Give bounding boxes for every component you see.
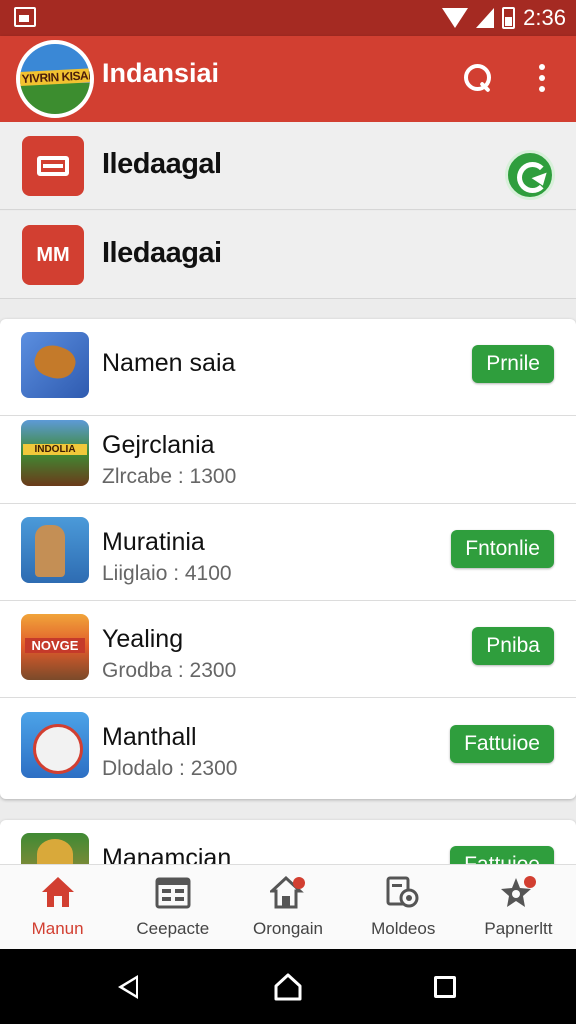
card-icon [22,136,84,196]
top-row-2[interactable]: MM Iledaagai [0,211,576,299]
game-action-button[interactable]: Fattuioe [450,725,554,763]
nav-label: Ceepacte [136,919,210,938]
home-icon [41,877,74,907]
list-item[interactable]: Gejrclania Zlrcabe : 1300 [0,407,576,504]
game-meta: Grodba : 2300 [102,659,237,682]
refresh-icon[interactable] [505,150,555,200]
list-item[interactable]: Yealing Grodba : 2300 Pniba [0,601,576,698]
wifi-icon [442,8,469,28]
recent-apps-icon[interactable] [434,976,456,998]
top-row-label: Iledaagai [102,237,222,269]
list-item[interactable]: Namen saia Prnile [0,319,576,416]
game-meta: Dlodalo : 2300 [102,757,238,780]
nav-item-manun[interactable]: Manun [0,865,115,949]
app-logo[interactable]: YIVRIN KISAN [16,40,94,118]
game-action-button[interactable]: Pniba [472,627,554,665]
list-item[interactable]: Muratinia Liiglaio : 4100 Fntonlie [0,504,576,601]
signal-icon [476,8,495,28]
game-icon [21,420,89,486]
game-name: Namen saia [102,349,236,377]
nav-label: Papnerltt [484,919,553,938]
mm-icon: MM [22,225,84,285]
battery-icon [502,7,516,29]
screenshot-notification-icon [14,7,36,27]
nav-item-moldeos[interactable]: Moldeos [346,865,461,949]
back-icon[interactable] [118,975,138,999]
game-action-button[interactable]: Prnile [472,345,554,383]
home-nav-icon[interactable] [274,973,302,1001]
game-name: Yealing [102,625,184,653]
nav-label: Manun [31,919,84,938]
game-icon [21,712,89,778]
search-icon[interactable] [462,62,492,94]
status-bar: 2:36 [0,0,576,36]
game-name: Manthall [102,723,197,751]
nav-item-ceepacte[interactable]: Ceepacte [115,865,230,949]
app-bar: YIVRIN KISAN Indansiai [0,36,576,122]
game-action-button[interactable]: Fntonlie [451,530,554,568]
star-badge-icon [501,876,537,907]
logo-ground [20,82,90,114]
top-row-label: Iledaagal [102,148,222,180]
system-navigation-bar [0,949,576,1024]
more-options-icon[interactable] [534,62,550,94]
app-title: Indansiai [102,58,220,88]
nav-item-papnerltt[interactable]: Papnerltt [461,865,576,949]
game-name: Gejrclania [102,431,215,459]
nav-item-orongain[interactable]: Orongain [230,865,345,949]
top-row-1[interactable]: Iledaagal [0,122,576,210]
house-badge-icon [270,875,305,909]
game-list: Namen saia Prnile Gejrclania Zlrcabe : 1… [0,319,576,799]
game-icon [21,614,89,680]
list-item[interactable]: Manthall Dlodalo : 2300 Fattuioe [0,699,576,799]
game-icon [21,517,89,583]
nav-label: Moldeos [371,919,436,938]
game-meta: Liiglaio : 4100 [102,562,232,585]
calendar-icon [155,877,191,909]
game-meta: Zlrcabe : 1300 [102,465,237,488]
status-icons: 2:36 [442,5,566,31]
nav-label: Orongain [253,919,323,938]
game-icon [21,332,89,398]
bottom-navigation: Manun Ceepacte Orongain Moldeos Papnerlt… [0,864,576,949]
status-time: 2:36 [523,5,566,30]
game-name: Muratinia [102,528,205,556]
settings-doc-icon [386,876,419,908]
